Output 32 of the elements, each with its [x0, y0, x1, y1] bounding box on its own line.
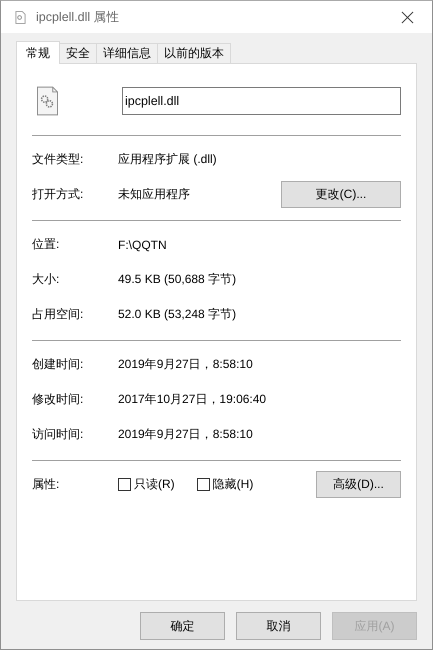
- field-value: 2019年9月27日，8:58:10: [118, 356, 254, 373]
- field-label: 位置:: [32, 236, 60, 253]
- field-value: 52.0 KB (53,248 字节): [118, 306, 238, 323]
- dialog-button[interactable]: 确定: [140, 612, 225, 640]
- field-label: 创建时间:: [32, 356, 84, 373]
- field-label: 修改时间:: [32, 391, 84, 408]
- gear-file-icon: [37, 86, 58, 116]
- field-value: 2017年10月27日，19:06:40: [118, 391, 268, 408]
- change-button[interactable]: 更改(C)...: [281, 181, 401, 208]
- field-label: 属性:: [32, 476, 60, 493]
- close-icon[interactable]: [401, 10, 414, 24]
- field-value: 49.5 KB (50,688 字节): [118, 271, 238, 288]
- field-label: 访问时间:: [32, 426, 84, 443]
- tab[interactable]: 常规: [16, 41, 60, 64]
- field-value: 2019年9月27日，8:58:10: [118, 426, 254, 443]
- field-value: F:\QQTN: [118, 238, 168, 252]
- field-label: 打开方式:: [32, 186, 84, 203]
- checkbox-label[interactable]: 隐藏(H): [212, 476, 254, 493]
- file-icon: [15, 10, 26, 24]
- tab[interactable]: 以前的版本: [157, 43, 231, 63]
- dialog-button[interactable]: 取消: [236, 612, 321, 640]
- field-value: 未知应用程序: [118, 186, 191, 203]
- checkbox[interactable]: [196, 478, 210, 491]
- window-title: ipcplell.dll 属性: [36, 8, 121, 26]
- field-label: 文件类型:: [32, 151, 84, 168]
- checkbox-label[interactable]: 只读(R): [134, 476, 175, 493]
- field-value: 应用程序扩展 (.dll): [118, 151, 218, 168]
- checkbox[interactable]: [118, 478, 131, 491]
- advanced-button[interactable]: 高级(D)...: [316, 471, 401, 498]
- field-label: 大小:: [32, 271, 60, 288]
- field-label: 占用空间:: [32, 306, 84, 323]
- file-name-field[interactable]: ipcplell.dll: [122, 87, 401, 115]
